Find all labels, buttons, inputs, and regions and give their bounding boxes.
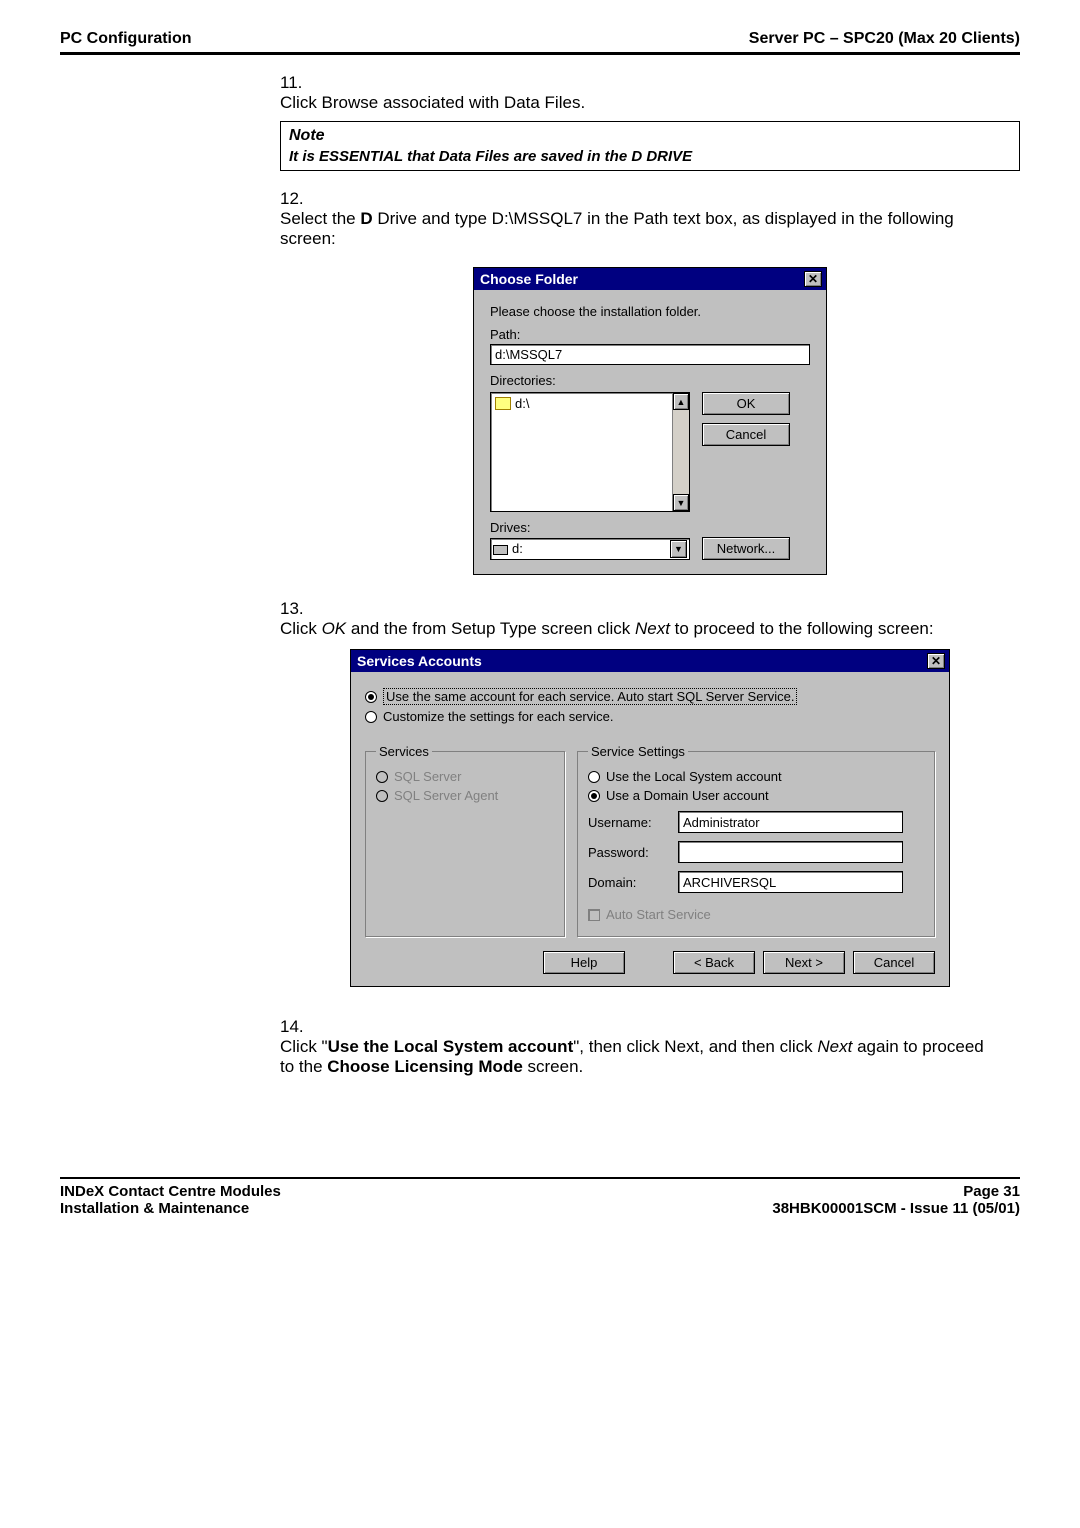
checkbox-icon [588,909,600,921]
radio-label: Use a Domain User account [606,788,769,803]
scrollbar[interactable]: ▲ ▼ [672,393,689,511]
radio-customize[interactable]: Customize the settings for each service. [365,709,935,724]
ok-button[interactable]: OK [702,392,790,415]
radio-sqlserver: SQL Server [376,769,554,784]
close-icon[interactable]: ✕ [804,271,822,287]
checkbox-label: Auto Start Service [606,907,711,922]
group-legend: Service Settings [588,744,688,759]
next-button[interactable]: Next > [763,951,845,974]
header-right: Server PC – SPC20 (Max 20 Clients) [749,30,1020,48]
footer-left-1: INDeX Contact Centre Modules [60,1183,281,1200]
radio-icon [376,790,388,802]
radio-local-system[interactable]: Use the Local System account [588,769,924,784]
back-button[interactable]: < Back [673,951,755,974]
radio-same-account[interactable]: Use the same account for each service. A… [365,688,935,705]
radio-domain-user[interactable]: Use a Domain User account [588,788,924,803]
open-folder-icon [495,397,511,410]
radio-icon [376,771,388,783]
dialog-title: Services Accounts [357,653,482,669]
footer-right-1: Page 31 [772,1183,1020,1200]
step-number: 14. [280,1017,310,1037]
cancel-button[interactable]: Cancel [853,951,935,974]
note-body: It is ESSENTIAL that Data Files are save… [289,147,1011,167]
checkbox-autostart: Auto Start Service [588,907,924,922]
step-number: 12. [280,189,310,209]
note-title: Note [289,126,1011,147]
footer-left-2: Installation & Maintenance [60,1200,281,1217]
step-text: Click Browse associated with Data Files. [280,93,990,113]
radio-label: SQL Server Agent [394,788,498,803]
step-13: 13. Click OK and the from Setup Type scr… [280,599,1020,639]
radio-icon [588,771,600,783]
page-header: PC Configuration Server PC – SPC20 (Max … [60,30,1020,48]
dialog-titlebar[interactable]: Services Accounts ✕ [351,650,949,672]
password-label: Password: [588,845,668,860]
scroll-up-icon[interactable]: ▲ [673,393,689,410]
radio-icon [365,691,377,703]
header-rule [60,52,1020,55]
domain-label: Domain: [588,875,668,890]
radio-label: Customize the settings for each service. [383,709,614,724]
radio-icon [365,711,377,723]
cancel-button[interactable]: Cancel [702,423,790,446]
drive-icon [493,545,508,555]
network-button[interactable]: Network... [702,537,790,560]
step-text: Select the D Drive and type D:\MSSQL7 in… [280,209,990,249]
main-content: 11. Click Browse associated with Data Fi… [280,73,1020,1077]
path-input[interactable] [490,344,810,365]
password-input[interactable] [678,841,903,863]
group-legend: Services [376,744,432,759]
step-11: 11. Click Browse associated with Data Fi… [280,73,1020,113]
radio-label: SQL Server [394,769,461,784]
username-label: Username: [588,815,668,830]
services-accounts-dialog: Services Accounts ✕ Use the same account… [350,649,950,987]
directories-listbox[interactable]: d:\ ▲ ▼ [490,392,690,512]
dialog-titlebar[interactable]: Choose Folder ✕ [474,268,826,290]
choose-folder-dialog: Choose Folder ✕ Please choose the instal… [473,267,827,575]
directory-item[interactable]: d:\ [493,395,687,412]
step-text: Click OK and the from Setup Type screen … [280,619,990,639]
close-icon[interactable]: ✕ [927,653,945,669]
radio-sqlagent: SQL Server Agent [376,788,554,803]
drives-label: Drives: [490,520,810,535]
scroll-down-icon[interactable]: ▼ [673,494,689,511]
username-input[interactable] [678,811,903,833]
step-12: 12. Select the D Drive and type D:\MSSQL… [280,189,1020,249]
instruction-text: Please choose the installation folder. [490,304,810,319]
step-number: 13. [280,599,310,619]
dialog-title: Choose Folder [480,271,578,287]
help-button[interactable]: Help [543,951,625,974]
step-14: 14. Click "Use the Local System account"… [280,1017,1020,1077]
header-left: PC Configuration [60,30,192,48]
services-group: Services SQL Server SQL Server Agent [365,744,565,937]
radio-label: Use the Local System account [606,769,782,784]
note-box: Note It is ESSENTIAL that Data Files are… [280,121,1020,171]
chevron-down-icon[interactable]: ▼ [670,540,687,558]
drives-dropdown[interactable]: d: ▼ [490,538,690,560]
domain-input[interactable] [678,871,903,893]
path-label: Path: [490,327,810,342]
step-text: Click "Use the Local System account", th… [280,1037,990,1077]
service-settings-group: Service Settings Use the Local System ac… [577,744,935,937]
step-number: 11. [280,73,310,93]
page-footer: INDeX Contact Centre Modules Installatio… [60,1177,1020,1217]
radio-icon [588,790,600,802]
footer-right-2: 38HBK00001SCM - Issue 11 (05/01) [772,1200,1020,1217]
radio-label: Use the same account for each service. A… [383,688,797,705]
directories-label: Directories: [490,373,810,388]
